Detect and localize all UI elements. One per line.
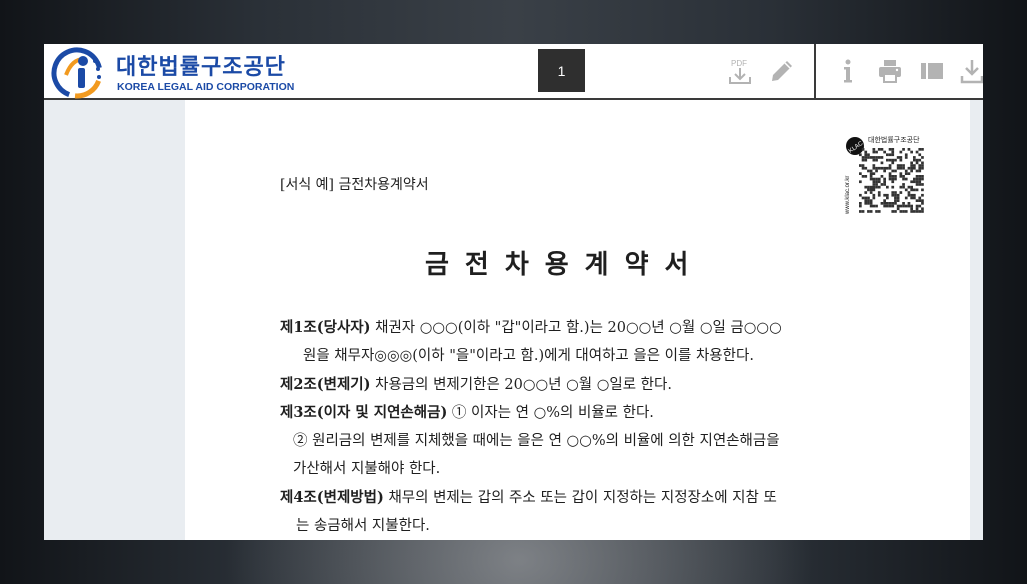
clause-text: 는 송금해서 지불한다.: [296, 518, 430, 534]
document-page: KLAC 대한법률구조공단 www.klac.or.kr [서식 예] 금전차용…: [185, 100, 970, 540]
clause-heading: 제4조(변제방법): [280, 489, 384, 506]
qr-stamp: KLAC 대한법률구조공단 www.klac.or.kr: [843, 134, 931, 218]
clause-line-3: 제2조(변제기) 차용금의 변제기한은 20○○년 ○월 ○일로 한다.: [280, 373, 672, 394]
form-label: [서식 예] 금전차용계약서: [280, 177, 429, 193]
page-number-box[interactable]: 1: [538, 49, 585, 92]
clause-text: 원을 채무자◎◎◎(이하 "을"이라고 함.)에게 대여하고 을은 이를 차용한…: [303, 348, 754, 364]
klac-emblem-icon: [51, 47, 103, 99]
sidebar-toggle-icon[interactable]: [918, 57, 946, 85]
clause-text: 채무의 변제는 갑의 주소 또는 갑이 지정하는 지정장소에 지참 또: [383, 490, 777, 506]
document-viewer-window: 대한법률구조공단 KOREA LEGAL AID CORPORATION 1 P…: [44, 44, 983, 540]
clause-line-7: 제4조(변제방법) 채무의 변제는 갑의 주소 또는 갑이 지정하는 지정장소에…: [280, 486, 777, 507]
print-icon[interactable]: [876, 57, 904, 85]
clause-text: 채권자 ○○○(이하 "갑"이라고 함.)는 20○○년 ○월 ○일 금○○○: [370, 320, 782, 336]
clause-heading: 제1조(당사자): [280, 319, 371, 336]
clause-line-5: ② 원리금의 변제를 지체했을 때에는 을은 연 ○○%의 비율에 의한 지연손…: [293, 429, 780, 450]
document-viewport[interactable]: KLAC 대한법률구조공단 www.klac.or.kr [서식 예] 금전차용…: [44, 100, 983, 540]
klac-logo[interactable]: 대한법률구조공단 KOREA LEGAL AID CORPORATION: [50, 47, 350, 99]
edit-pencil-icon[interactable]: [768, 57, 796, 85]
logo-english-text: KOREA LEGAL AID CORPORATION: [117, 81, 295, 93]
clause-heading: 제2조(변제기): [280, 376, 371, 393]
logo-korean-text: 대한법률구조공단: [116, 55, 286, 80]
clause-line-6: 가산해서 지불해야 한다.: [293, 457, 440, 478]
clause-line-2: 원을 채무자◎◎◎(이하 "을"이라고 함.)에게 대여하고 을은 이를 차용한…: [303, 344, 754, 365]
clause-line-8: 는 송금해서 지불한다.: [296, 514, 430, 535]
toolbar-divider: [814, 44, 816, 100]
pdf-download-icon[interactable]: PDF: [726, 57, 754, 87]
document-title: 금전차용계약서: [425, 250, 705, 280]
qr-label: 대한법률구조공단: [868, 135, 920, 144]
clause-text: 가산해서 지불해야 한다.: [293, 461, 441, 477]
qr-side-text: www.klac.or.kr: [845, 176, 851, 215]
clause-text: ② 원리금의 변제를 지체했을 때에는 을은 연 ○○%의 비율에 의한 지연손…: [293, 433, 780, 449]
clause-line-1: 제1조(당사자) 채권자 ○○○(이하 "갑"이라고 함.)는 20○○년 ○월…: [280, 316, 782, 337]
pdf-icon-text: PDF: [731, 59, 747, 68]
clause-text: ① 이자는 연 ○%의 비율로 한다.: [447, 405, 654, 421]
info-icon[interactable]: [839, 57, 857, 85]
clause-text: 차용금의 변제기한은 20○○년 ○월 ○일로 한다.: [370, 377, 672, 393]
clause-heading: 제3조(이자 및 지연손해금): [280, 404, 448, 421]
download-icon[interactable]: [958, 57, 983, 87]
qr-code-icon: KLAC 대한법률구조공단 www.klac.or.kr: [845, 135, 924, 215]
viewer-toolbar: 대한법률구조공단 KOREA LEGAL AID CORPORATION 1 P…: [44, 44, 983, 100]
clause-line-4: 제3조(이자 및 지연손해금) ① 이자는 연 ○%의 비율로 한다.: [280, 401, 654, 422]
